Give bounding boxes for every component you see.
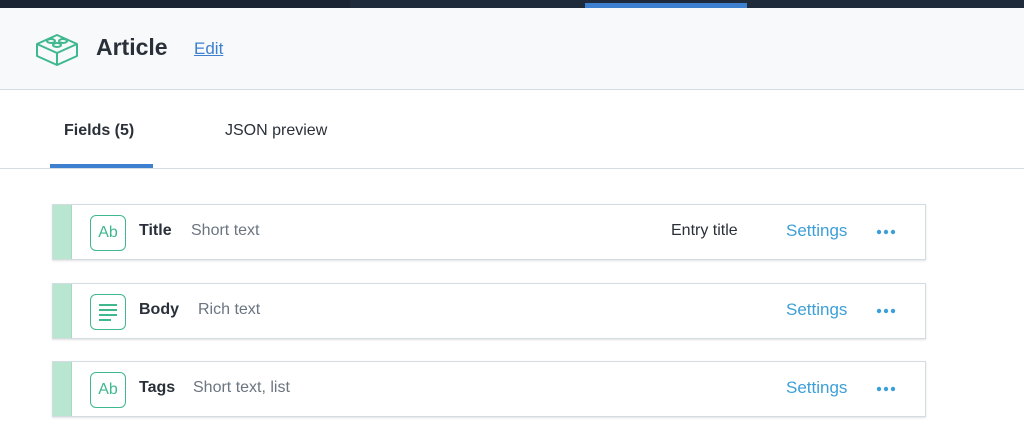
entry-title-badge: Entry title [671,222,738,239]
active-tab-indicator [50,164,153,168]
settings-button[interactable]: Settings [786,300,847,320]
field-name: Body [139,301,179,318]
field-type: Short text, list [193,379,290,396]
tab-json-preview[interactable]: JSON preview [225,122,327,140]
tab-bar: Fields (5) JSON preview [0,90,1024,169]
short-text-icon: Ab [90,372,126,408]
page-title: Article [96,34,168,60]
content-model-blocks-icon [36,34,78,66]
more-options-icon[interactable] [873,219,899,245]
field-type: Short text [191,222,260,239]
field-type: Rich text [198,301,261,318]
short-text-icon: Ab [90,215,126,251]
field-row-body[interactable]: Body Rich text Settings [52,283,926,339]
drag-handle[interactable] [53,284,72,338]
field-name: Title [139,222,172,239]
field-name: Tags [139,379,176,396]
more-options-icon[interactable] [873,376,899,402]
drag-handle[interactable] [53,205,72,259]
field-row-tags[interactable]: Ab Tags Short text, list Settings [52,361,926,417]
drag-handle[interactable] [53,362,72,416]
more-options-icon[interactable] [873,298,899,324]
tab-fields[interactable]: Fields (5) [64,122,134,140]
top-bar-segment [0,0,350,8]
settings-button[interactable]: Settings [786,378,847,398]
rich-text-lines-icon [99,304,117,321]
content-type-header: Article Edit [0,8,1024,90]
top-app-bar [0,0,1024,8]
field-row-title[interactable]: Ab Title Short text Entry title Settings [52,204,926,260]
settings-button[interactable]: Settings [786,221,847,241]
edit-link[interactable]: Edit [194,39,223,59]
rich-text-icon [90,294,126,330]
